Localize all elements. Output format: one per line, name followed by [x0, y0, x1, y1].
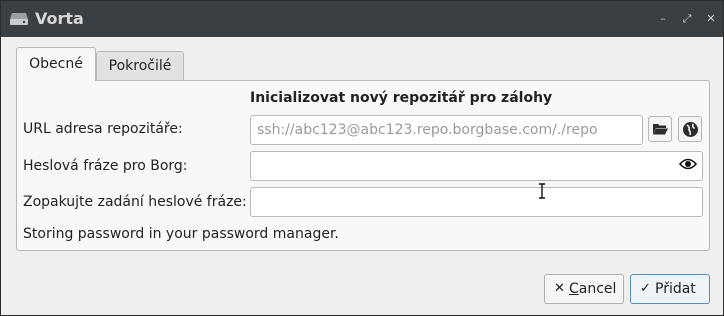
- add-button[interactable]: ✓ Přidat: [630, 274, 710, 304]
- repository-url-input[interactable]: [250, 115, 643, 145]
- hard-drive-icon: [10, 13, 28, 25]
- minimize-button[interactable]: –: [655, 11, 671, 27]
- cancel-button[interactable]: ✕ Cancel: [544, 274, 624, 304]
- form-heading: Inicializovat nový repozitář pro zálohy: [250, 90, 553, 106]
- password-manager-status: Storing password in your password manage…: [23, 226, 339, 242]
- remote-repository-button[interactable]: [678, 116, 702, 142]
- folder-open-icon: [653, 124, 668, 135]
- checkmark-icon: ✓: [640, 281, 651, 296]
- window-title: Vorta: [35, 9, 84, 28]
- repeat-passphrase-label: Zopakujte zadání heslové fráze:: [23, 194, 247, 210]
- browse-folder-button[interactable]: [648, 116, 672, 142]
- passphrase-input[interactable]: [250, 151, 703, 181]
- eye-icon[interactable]: [679, 157, 697, 171]
- close-button[interactable]: ✕: [703, 11, 719, 27]
- tab-general[interactable]: Obecné: [16, 47, 96, 81]
- close-icon: ✕: [554, 281, 565, 296]
- maximize-button[interactable]: ⤢: [679, 11, 695, 27]
- title-bar[interactable]: Vorta – ⤢ ✕: [1, 1, 723, 37]
- tab-advanced[interactable]: Pokročilé: [96, 51, 184, 80]
- add-label: Přidat: [655, 281, 696, 297]
- repeat-passphrase-input[interactable]: [250, 187, 703, 217]
- passphrase-label: Heslová fráze pro Borg:: [23, 158, 188, 174]
- cancel-label: Cancel: [569, 281, 617, 297]
- add-repository-dialog: Vorta – ⤢ ✕ Obecné Pokročilé Inicializov…: [0, 0, 724, 316]
- text-cursor-icon: [539, 183, 545, 199]
- url-label: URL adresa repozitáře:: [23, 121, 183, 137]
- globe-icon: [683, 122, 698, 137]
